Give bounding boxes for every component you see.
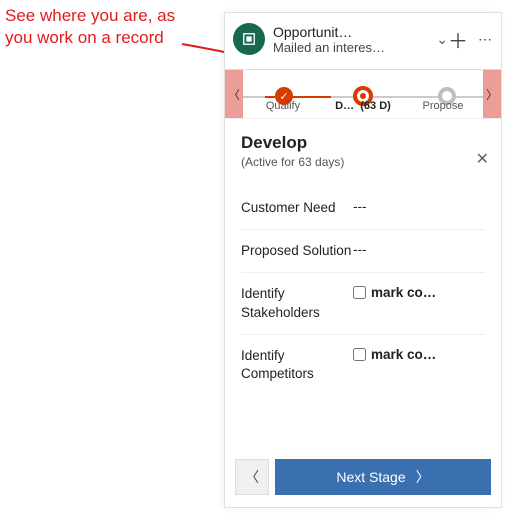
stage-qualify-label: Qualify bbox=[266, 100, 300, 112]
field-label: Proposed Solution bbox=[241, 242, 353, 260]
more-button[interactable]: ⋯ bbox=[478, 31, 493, 48]
stage-bar: 〈 Qualify D… (63 D) Propose 〉 bbox=[225, 69, 501, 119]
field-identify-competitors[interactable]: Identify Competitors mark co… bbox=[241, 335, 485, 395]
field-customer-need[interactable]: Customer Need --- bbox=[241, 187, 485, 230]
mark-complete-checkbox[interactable]: mark co… bbox=[353, 347, 436, 362]
field-value: --- bbox=[353, 242, 367, 257]
annotation-text: See where you are, as you work on a reco… bbox=[5, 5, 195, 49]
next-stage-button[interactable]: Next Stage 〉 bbox=[275, 459, 491, 495]
record-title: Opportunit… bbox=[273, 24, 434, 40]
record-type-icon bbox=[233, 23, 265, 55]
stage-develop-label: D… (63 D) bbox=[335, 100, 391, 112]
add-button[interactable]: ＋ bbox=[448, 25, 468, 54]
stage-next-button[interactable]: 〉 bbox=[483, 70, 501, 118]
checkbox-input[interactable] bbox=[353, 348, 366, 361]
field-proposed-solution[interactable]: Proposed Solution --- bbox=[241, 230, 485, 273]
stage-prev-button[interactable]: 〈 bbox=[225, 70, 243, 118]
checkbox-label: mark co… bbox=[371, 285, 436, 300]
stage-propose-label: Propose bbox=[423, 100, 464, 112]
field-label: Identify Competitors bbox=[241, 347, 353, 383]
field-label: Identify Stakeholders bbox=[241, 285, 353, 321]
record-subtitle: Mailed an interes… bbox=[273, 40, 434, 55]
stage-develop[interactable]: D… (63 D) bbox=[323, 70, 403, 118]
stage-fields: Customer Need --- Proposed Solution --- … bbox=[241, 187, 485, 395]
footer-actions: 〈 Next Stage 〉 bbox=[235, 459, 491, 495]
field-value: --- bbox=[353, 199, 367, 214]
header-text: Opportunit… Mailed an interes… bbox=[273, 24, 434, 55]
mark-complete-checkbox[interactable]: mark co… bbox=[353, 285, 436, 300]
stage-qualify[interactable]: Qualify bbox=[243, 70, 323, 118]
stage-detail: Develop (Active for 63 days) ✕ Customer … bbox=[225, 119, 501, 405]
field-label: Customer Need bbox=[241, 199, 353, 217]
stage-propose[interactable]: Propose bbox=[403, 70, 483, 118]
close-icon[interactable]: ✕ bbox=[476, 149, 489, 169]
checkbox-input[interactable] bbox=[353, 286, 366, 299]
record-panel: Opportunit… Mailed an interes… ⌄ ＋ ⋯ 〈 Q… bbox=[224, 12, 502, 508]
back-button[interactable]: 〈 bbox=[235, 459, 269, 495]
chevron-right-icon: 〉 bbox=[416, 467, 430, 487]
next-stage-label: Next Stage bbox=[336, 469, 405, 485]
stage-subtitle: (Active for 63 days) bbox=[241, 155, 485, 169]
chevron-down-icon[interactable]: ⌄ bbox=[436, 31, 448, 48]
stage-title: Develop bbox=[241, 133, 485, 153]
checkbox-label: mark co… bbox=[371, 347, 436, 362]
field-identify-stakeholders[interactable]: Identify Stakeholders mark co… bbox=[241, 273, 485, 334]
panel-header: Opportunit… Mailed an interes… ⌄ ＋ ⋯ bbox=[225, 13, 501, 69]
header-actions: ＋ ⋯ bbox=[448, 25, 493, 54]
